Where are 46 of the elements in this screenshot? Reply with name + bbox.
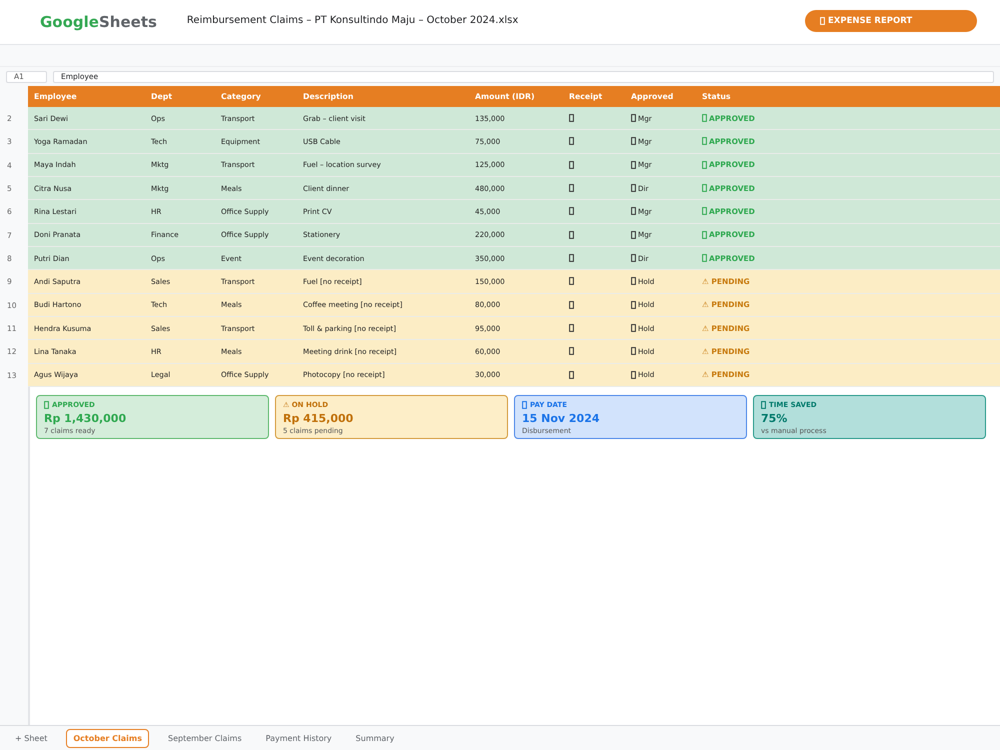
glyph-box-icon	[569, 300, 574, 309]
card-value: 75%	[761, 412, 788, 425]
card-value: 15 Nov 2024	[522, 412, 601, 425]
glyph-box-icon	[820, 17, 825, 25]
glyph-box-icon	[569, 324, 574, 332]
glyph-box-icon	[702, 184, 707, 192]
add-sheet-button[interactable]: + Sheet	[8, 730, 54, 746]
glyph-box-icon	[631, 277, 636, 286]
glyph-box-icon	[702, 160, 707, 169]
glyph-box-icon	[569, 184, 574, 192]
file-title: Reimbursement Claims – PT Konsultindo Maju – October 2024.xlsx	[186, 14, 518, 26]
glyph-box-icon	[631, 184, 636, 192]
glyph-box-icon	[631, 370, 636, 379]
glyph-box-icon	[702, 254, 707, 262]
glyph-box-icon	[761, 400, 766, 409]
glyph-box-icon	[569, 160, 574, 169]
card-value: Rp 415,000	[283, 412, 354, 425]
glyph-box-icon	[569, 230, 574, 239]
glyph-box-icon	[631, 347, 636, 356]
sheet-tab[interactable]: Payment History	[254, 728, 343, 748]
glyph-box-icon	[631, 300, 636, 309]
glyph-box-icon	[631, 207, 636, 216]
glyph-box-icon	[569, 207, 574, 216]
logo-text: Sheets	[98, 13, 157, 31]
glyph-box-icon	[702, 230, 707, 239]
glyph-box-icon	[569, 370, 574, 379]
glyph-box-icon	[631, 137, 636, 146]
glyph-box-icon	[569, 137, 574, 146]
glyph-box-icon	[631, 230, 636, 239]
glyph-box-icon	[631, 254, 636, 262]
logo-text: Google	[40, 13, 99, 31]
glyph-box-icon	[631, 114, 636, 122]
glyph-box-icon	[569, 254, 574, 262]
glyph-box-icon	[702, 207, 707, 216]
glyph-box-icon	[569, 277, 574, 286]
sheet-tab[interactable]: Summary	[344, 728, 406, 748]
glyph-box-icon	[631, 324, 636, 332]
card-value: Rp 1,430,000	[44, 412, 128, 425]
glyph-box-icon	[569, 114, 574, 122]
glyph-box-icon	[702, 114, 707, 122]
glyph-box-icon	[702, 137, 707, 146]
glyph-box-icon	[631, 160, 636, 169]
sheet-tab[interactable]: September Claims	[156, 728, 253, 748]
glyph-box-icon	[569, 347, 574, 356]
glyph-box-icon	[522, 400, 527, 409]
glyph-box-icon	[44, 400, 49, 409]
